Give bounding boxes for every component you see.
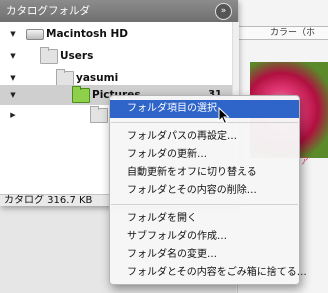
mouse-pointer-icon — [218, 107, 230, 125]
tree-row-users[interactable]: ▼ Users — [0, 46, 232, 66]
tree-row-label: Users — [60, 50, 94, 62]
menu-item-reset-folder-path[interactable]: フォルダパスの再設定… — [110, 128, 299, 146]
menu-item-create-subfolder[interactable]: サブフォルダの作成… — [110, 228, 299, 246]
folder-icon — [90, 106, 108, 123]
disclosure-triangle-icon[interactable]: ▼ — [8, 85, 18, 105]
thumbnail-caption: ア — [300, 157, 310, 167]
tree-row-macintosh-hd[interactable]: ▼ Macintosh HD — [0, 24, 232, 44]
palette-titlebar[interactable]: カタログフォルダ » — [0, 0, 238, 22]
menu-separator — [111, 204, 298, 205]
folder-context-menu: フォルダ項目の選択 フォルダパスの再設定… フォルダの更新… 自動更新をオフに切… — [109, 95, 307, 285]
tree-row-label: Macintosh HD — [46, 28, 128, 40]
folder-icon — [40, 47, 58, 64]
disclosure-triangle-icon[interactable]: ▼ — [8, 24, 18, 44]
menu-item-open-folder[interactable]: フォルダを開く — [110, 210, 299, 228]
disclosure-triangle-icon[interactable]: ▼ — [8, 46, 18, 66]
menu-item-move-to-trash[interactable]: フォルダとその内容をごみ箱に捨てる… — [110, 264, 307, 282]
folder-green-icon — [72, 86, 90, 103]
menu-item-delete-folder-and-contents[interactable]: フォルダとその内容の削除… — [110, 182, 299, 200]
hard-drive-icon — [26, 29, 44, 40]
menu-item-toggle-auto-update[interactable]: 自動更新をオフに切り替える — [110, 164, 299, 182]
menu-item-select-folder-items[interactable]: フォルダ項目の選択 — [110, 100, 299, 118]
chevron-collapse-icon[interactable]: » — [215, 3, 232, 20]
palette-title: カタログフォルダ — [6, 5, 90, 17]
folder-icon — [56, 69, 74, 86]
disclosure-triangle-collapsed-icon[interactable]: ▶ — [8, 105, 18, 125]
menu-item-update-folder[interactable]: フォルダの更新… — [110, 146, 299, 164]
menu-item-rename-folder[interactable]: フォルダ名の変更… — [110, 246, 299, 264]
menu-separator — [111, 122, 298, 123]
column-header[interactable]: カラー（ホ — [236, 26, 328, 40]
